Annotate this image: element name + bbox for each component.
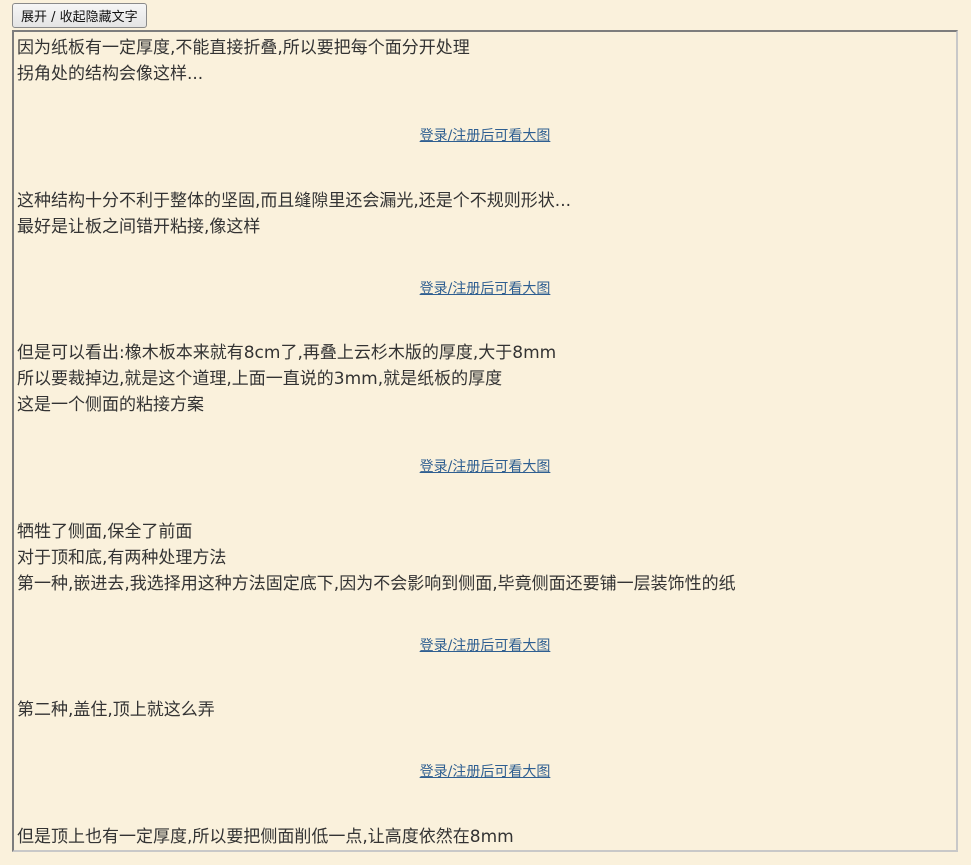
text-line: 但是可以看出:橡木板本来就有8cm了,再叠上云杉木版的厚度,大于8mm — [17, 343, 557, 363]
login-to-view-image-link[interactable]: 登录/注册后可看大图 — [420, 764, 551, 780]
image-placeholder: 登录/注册后可看大图 — [14, 279, 956, 299]
toggle-hidden-text-button[interactable]: 展开 / 收起隐藏文字 — [12, 3, 147, 28]
text-line: 所以要裁掉边,就是这个道理,上面一直说的3mm,就是纸板的厚度 — [17, 369, 503, 389]
image-placeholder: 登录/注册后可看大图 — [14, 762, 956, 782]
text-line: 牺牲了侧面,保全了前面 — [17, 522, 193, 542]
login-to-view-image-link[interactable]: 登录/注册后可看大图 — [420, 638, 551, 654]
login-to-view-image-link[interactable]: 登录/注册后可看大图 — [420, 128, 551, 144]
text-line: 这是一个侧面的粘接方案 — [17, 395, 204, 415]
text-line: 但是顶上也有一定厚度,所以要把侧面削低一点,让高度依然在8mm — [17, 827, 514, 847]
login-to-view-image-link[interactable]: 登录/注册后可看大图 — [420, 281, 551, 297]
text-line: 第一种,嵌进去,我选择用这种方法固定底下,因为不会影响到侧面,毕竟侧面还要铺一层… — [17, 574, 736, 594]
text-line: 拐角处的结构会像这样... — [17, 64, 204, 84]
text-line: 最好是让板之间错开粘接,像这样 — [17, 217, 261, 237]
article-content: 因为纸板有一定厚度,不能直接折叠,所以要把每个面分开处理 拐角处的结构会像这样.… — [12, 30, 958, 852]
text-line: 第二种,盖住,顶上就这么弄 — [17, 700, 215, 720]
login-to-view-image-link[interactable]: 登录/注册后可看大图 — [420, 459, 551, 475]
text-line: 因为纸板有一定厚度,不能直接折叠,所以要把每个面分开处理 — [17, 38, 470, 58]
image-placeholder: 登录/注册后可看大图 — [14, 457, 956, 477]
text-line: 对于顶和底,有两种处理方法 — [17, 548, 227, 568]
text-line: 这种结构十分不利于整体的坚固,而且缝隙里还会漏光,还是个不规则形状... — [17, 191, 572, 211]
image-placeholder: 登录/注册后可看大图 — [14, 126, 956, 146]
image-placeholder: 登录/注册后可看大图 — [14, 636, 956, 656]
